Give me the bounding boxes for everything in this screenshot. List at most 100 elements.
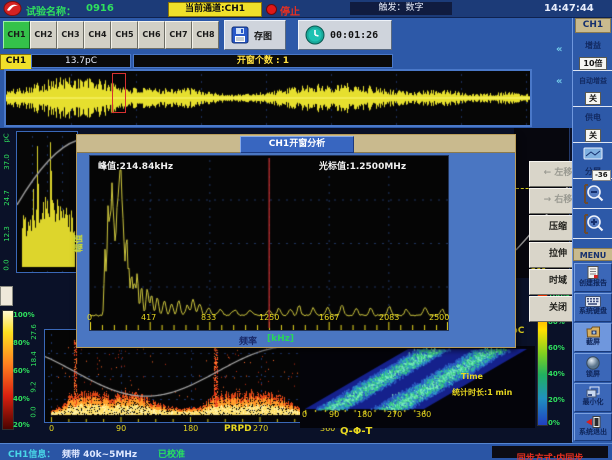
test-name-value: 0916	[86, 3, 114, 14]
auto-gain-label: 自动增益	[573, 76, 612, 86]
amplitude-plot-canvas[interactable]	[17, 132, 77, 272]
channel-button-ch2[interactable]: CH2	[30, 21, 57, 49]
keyboard-icon	[585, 296, 601, 307]
minimize-button[interactable]: 最小化	[574, 383, 612, 412]
prpd-axis-label: PRPD	[224, 424, 252, 434]
channel-button-ch4[interactable]: CH4	[84, 21, 111, 49]
amp-ytick-24: 24.7	[3, 190, 11, 206]
channel-sidebar: CH1 增益 10倍 自动增益 关 供电 关 分屏 -36	[572, 18, 612, 442]
pd-analyzer-app: 试验名称： 0916 当前通道:CH1 停止 触发：数字 14:47:44 CH…	[0, 0, 612, 460]
amp-axis-unit: pC	[3, 133, 11, 142]
power-group: 供电 关	[573, 107, 612, 143]
dialog-titlebar[interactable]: CH1开窗分析	[77, 135, 515, 153]
channel-button-ch5[interactable]: CH5	[111, 21, 138, 49]
collapse-autogain-glyph[interactable]: «	[556, 76, 562, 87]
zoom-out-button[interactable]	[573, 179, 612, 209]
prpd-ytick-0: 0.0	[30, 406, 38, 417]
channel-button-ch8[interactable]: CH8	[192, 21, 219, 49]
amplitude-plot-panel	[16, 131, 78, 273]
channel-button-ch3[interactable]: CH3	[57, 21, 84, 49]
spec-xtick-1667: 1667	[319, 313, 339, 322]
current-channel-chip[interactable]: 当前通道:CH1	[168, 2, 262, 17]
prpd-cb-100: 100%	[13, 311, 35, 319]
charge-readout: 13.7pC	[31, 54, 131, 68]
qpt-cb-60: 60%	[548, 344, 565, 352]
qpt-xtick-270: 270	[387, 410, 402, 419]
bandwidth-value: 频带 40k~5MHz	[62, 447, 137, 460]
prpd-xtick-270: 270	[253, 424, 268, 433]
qpt-xtick-90: 90	[329, 410, 339, 419]
sync-mode-value: 同步方式:内同步	[517, 454, 584, 460]
minimize-label: 最小化	[583, 398, 604, 406]
qpt-time-label: Time	[461, 372, 483, 381]
gain-group: 增益 10倍	[573, 35, 612, 71]
menu-header: MENU	[573, 248, 612, 261]
create-report-button[interactable]: 创建报告	[574, 263, 612, 292]
prpd-xtick-180: 180	[183, 424, 198, 433]
stop-label[interactable]: 停止	[280, 3, 300, 18]
monitor-icon	[583, 147, 603, 162]
amp-ytick-37: 37.0	[3, 154, 11, 170]
power-label: 供电	[573, 112, 612, 123]
elapsed-time-value: 00:01:26	[330, 30, 378, 41]
power-value[interactable]: 关	[585, 129, 601, 142]
spec-xtick-833: 833	[201, 313, 216, 322]
system-exit-button[interactable]: 系统退出	[574, 413, 612, 441]
create-report-label: 创建报告	[579, 279, 607, 287]
spec-xtick-1250: 1250	[259, 313, 279, 322]
prpd-cb-60: 60%	[13, 367, 30, 375]
system-keyboard-button[interactable]: 系统键盘	[574, 293, 612, 322]
amp-ytick-0: 0.0	[3, 259, 11, 270]
spec-xtick-0: 0	[87, 313, 92, 322]
test-name-label: 试验名称：	[26, 3, 76, 18]
qpt-axis-label: Q-Φ-T	[340, 426, 372, 437]
amp-ytick-12: 12.3	[3, 226, 11, 242]
dialog-title: CH1开窗分析	[240, 136, 354, 153]
sidebar-channel-tab[interactable]: CH1	[575, 18, 611, 33]
channel-button-ch7[interactable]: CH7	[165, 21, 192, 49]
channel-button-ch1[interactable]: CH1	[3, 21, 30, 49]
channel-button-ch6[interactable]: CH6	[138, 21, 165, 49]
prpd-cb-80: 80%	[13, 339, 30, 347]
spec-xtick-2083: 2083	[379, 313, 399, 322]
system-keyboard-label: 系统键盘	[579, 307, 607, 315]
prpd-cb-40: 40%	[13, 395, 30, 403]
sync-mode-box: 同步方式:内同步	[492, 446, 608, 458]
spectrum-x-axis-unit: [kHz]	[267, 334, 294, 344]
report-icon	[587, 266, 600, 279]
gain-value[interactable]: 10倍	[579, 57, 606, 70]
prpd-ytick-18: 18.4	[30, 351, 38, 367]
exit-icon	[586, 416, 601, 428]
floppy-disk-icon	[231, 26, 249, 44]
timer-clock-icon	[305, 25, 325, 45]
cursor-readout: 光标值:1.2500MHz	[319, 159, 406, 172]
waveform-canvas[interactable]	[6, 71, 530, 125]
trigger-mode[interactable]: 触发：数字	[350, 2, 452, 15]
spectrum-y-axis-label: 幅值	[72, 234, 85, 252]
analysis-window-marker[interactable]	[112, 73, 126, 113]
waveform-panel	[4, 69, 532, 127]
toolbar: CH1 CH2 CH3 CH4 CH5 CH6 CH7 CH8 存图	[0, 17, 612, 54]
spectrum-canvas[interactable]	[90, 156, 448, 330]
qpt-xtick-0: 0	[302, 410, 307, 419]
save-image-label: 存图	[254, 29, 272, 42]
zoom-in-button[interactable]	[573, 209, 612, 239]
save-image-button[interactable]: 存图	[224, 20, 286, 50]
qpt-duration-label: 统计时长:1 min	[452, 387, 512, 398]
prpd-xtick-90: 90	[116, 424, 126, 433]
collapse-gain-glyph[interactable]: «	[556, 44, 562, 55]
window-count-readout: 开窗个数 : 1	[133, 54, 393, 68]
minimize-icon	[586, 386, 600, 398]
lock-screen-button[interactable]: 锁屏	[574, 353, 612, 382]
lock-screen-label: 锁屏	[586, 370, 600, 378]
qpt-cb-40: 40%	[548, 370, 565, 378]
qpt-cb-20: 20%	[548, 396, 565, 404]
zoom-in-icon	[581, 212, 605, 236]
system-exit-label: 系统退出	[579, 428, 607, 436]
auto-gain-value[interactable]: 关	[585, 92, 601, 105]
legend-chip	[0, 286, 13, 306]
spectrum-x-axis-name: 频率	[239, 334, 257, 347]
screenshot-button[interactable]: 截屏	[574, 323, 612, 352]
auto-gain-group: 自动增益 关	[573, 71, 612, 107]
stop-indicator-icon	[266, 4, 277, 15]
